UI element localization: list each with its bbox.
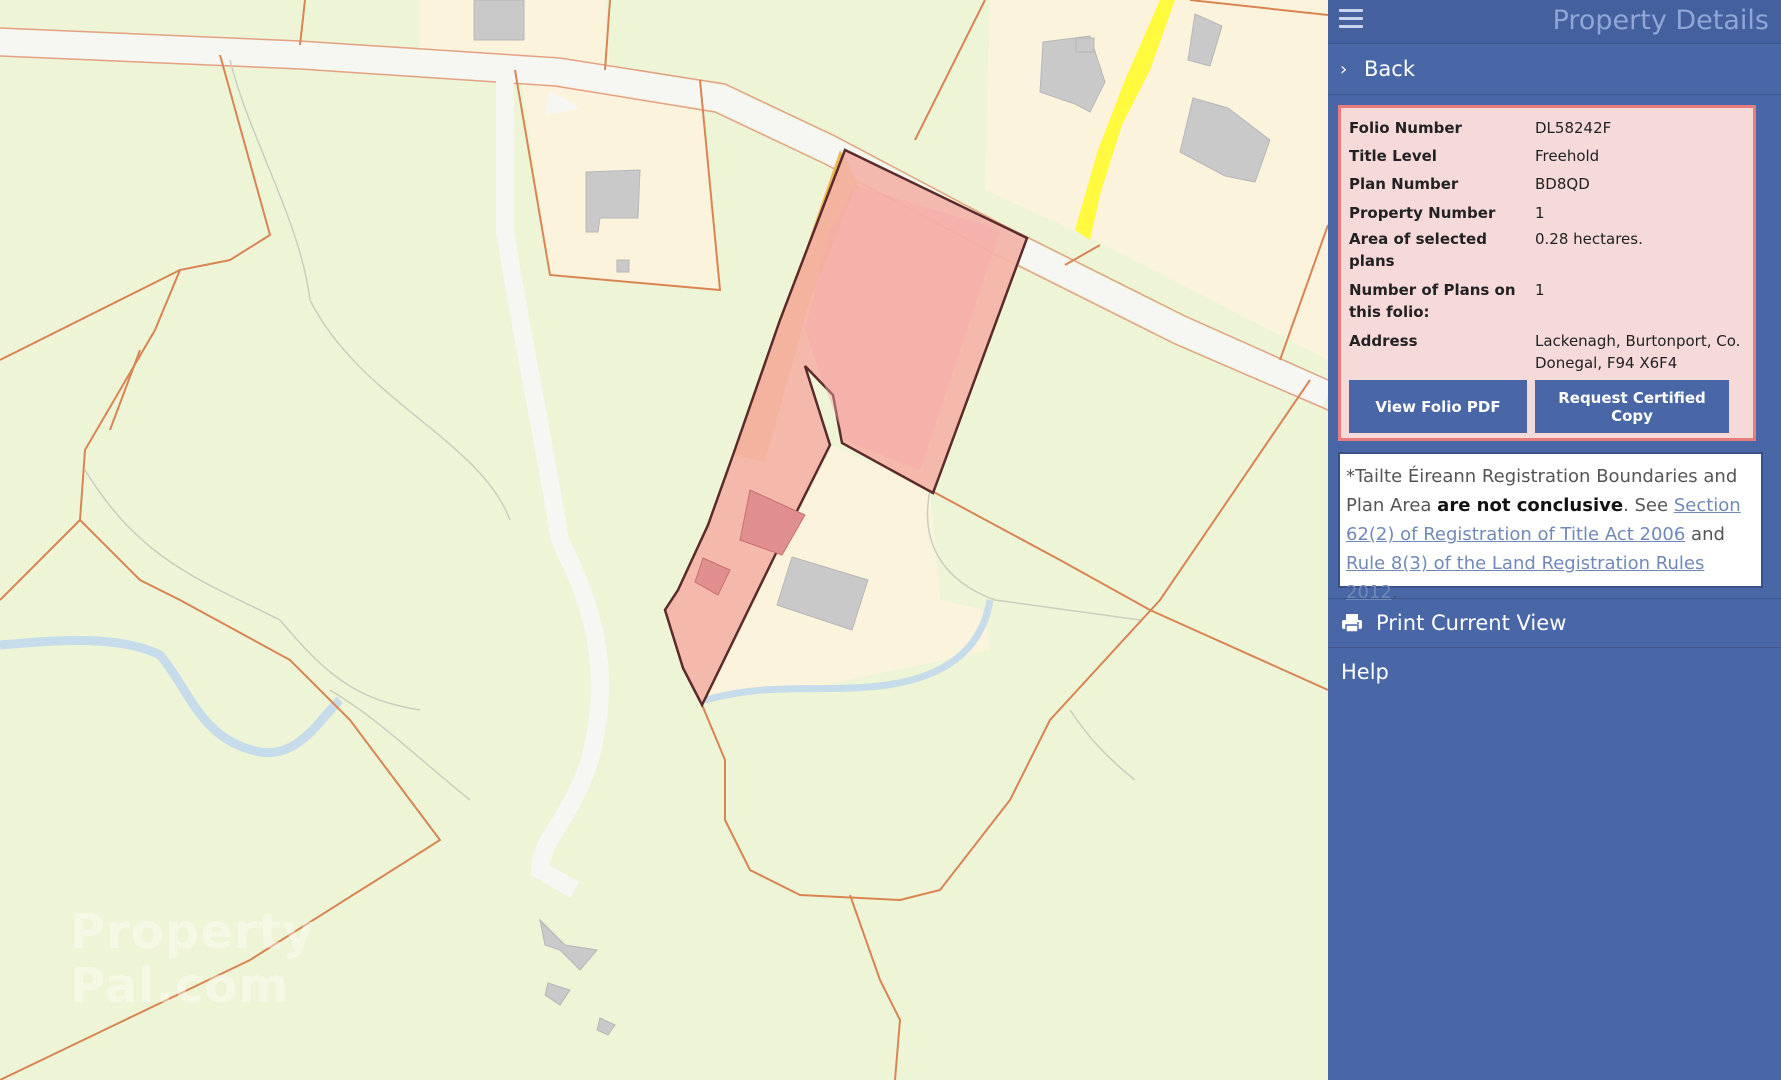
map-canvas[interactable]: Property Pal.com (0, 0, 1328, 1080)
info-value: 0.28 hectares. (1535, 230, 1643, 248)
disclaimer-box: *Tailte Éireann Registration Boundaries … (1338, 452, 1763, 603)
info-value: BD8QD (1535, 175, 1590, 193)
info-label: Area of selected plans (1349, 230, 1487, 270)
info-label: Address (1349, 332, 1418, 350)
printer-icon (1342, 614, 1362, 633)
info-label: Folio Number (1349, 119, 1462, 137)
info-label: Title Level (1349, 147, 1437, 165)
print-current-view-button[interactable]: Print Current View (1328, 598, 1781, 648)
info-label: Property Number (1349, 204, 1496, 222)
disclaimer-bold: are not conclusive (1437, 495, 1624, 516)
panel-header: Property Details (1328, 0, 1781, 44)
back-label: Back (1364, 57, 1415, 81)
hamburger-menu-icon[interactable] (1339, 9, 1363, 30)
info-label: Plan Number (1349, 175, 1459, 193)
help-label: Help (1341, 660, 1389, 684)
request-certified-copy-button[interactable]: Request Certified Copy (1535, 380, 1729, 433)
stream (0, 636, 344, 758)
disclaimer-text: . See (1623, 495, 1674, 516)
print-label: Print Current View (1376, 611, 1567, 635)
disclaimer-text: and (1685, 524, 1725, 545)
info-value: Freehold (1535, 147, 1600, 165)
property-details-panel: Property Details › Back Folio Number DL5… (1328, 0, 1781, 1080)
panel-title: Property Details (1552, 5, 1769, 36)
view-folio-pdf-button[interactable]: View Folio PDF (1349, 380, 1527, 433)
help-link[interactable]: Help (1328, 648, 1781, 696)
info-value: 1 (1535, 204, 1545, 222)
back-button[interactable]: › Back (1328, 44, 1781, 95)
info-value: 1 (1535, 281, 1545, 299)
rule-8-link[interactable]: Rule 8(3) of the Land Registration Rules… (1346, 553, 1704, 603)
watermark-logo: Property Pal.com (70, 904, 315, 1014)
folio-info-card: Folio Number DL58242F Title Level Freeho… (1338, 105, 1756, 441)
info-value: DL58242F (1535, 119, 1612, 137)
info-value: Lackenagh, Burtonport, Co. Donegal, F94 … (1535, 332, 1741, 372)
chevron-right-icon: › (1340, 58, 1348, 80)
info-label: Number of Plans on this folio: (1349, 281, 1516, 321)
